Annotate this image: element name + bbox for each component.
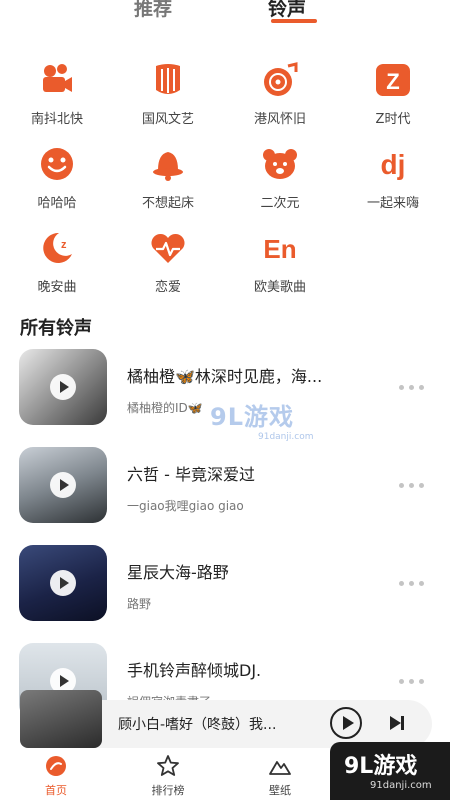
song-title: 手机铃声醉倾城DJ. bbox=[127, 661, 262, 680]
moon-icon: z bbox=[43, 232, 72, 263]
play-icon bbox=[50, 570, 76, 596]
section-title: 所有铃声 bbox=[20, 318, 92, 339]
category-no-wake[interactable]: 不想起床 bbox=[118, 144, 218, 211]
song-cover[interactable] bbox=[19, 349, 107, 425]
bear-icon bbox=[263, 149, 297, 179]
category-label: 欧美歌曲 bbox=[253, 280, 306, 295]
harp-icon bbox=[156, 64, 180, 94]
category-gen-z[interactable]: Z Z时代 bbox=[343, 60, 443, 127]
category-western[interactable]: En 欧美歌曲 bbox=[230, 228, 330, 295]
bell-icon bbox=[153, 152, 183, 181]
more-options-icon[interactable] bbox=[397, 677, 427, 687]
song-artist: 一giao我哩giao giao bbox=[127, 499, 244, 513]
camera-icon bbox=[43, 64, 72, 92]
nav-label: 壁纸 bbox=[269, 784, 291, 797]
category-guofeng[interactable]: 国风文艺 bbox=[118, 60, 218, 127]
tab-recommend[interactable]: 推荐 bbox=[134, 0, 172, 21]
play-button[interactable] bbox=[330, 707, 362, 739]
nav-label: 首页 bbox=[45, 784, 67, 797]
top-tab-bar: 推荐 铃声 bbox=[0, 0, 450, 34]
category-label: 晚安曲 bbox=[37, 280, 77, 295]
home-disc-icon bbox=[46, 756, 66, 776]
category-anime[interactable]: 二次元 bbox=[230, 144, 330, 211]
more-options-icon[interactable] bbox=[397, 383, 427, 393]
now-playing-title[interactable]: 顾小白-嗜好（咚鼓）我... bbox=[118, 714, 318, 734]
heartbeat-icon bbox=[151, 233, 185, 263]
song-row[interactable]: 六哲 - 毕竟深爱过 一giao我哩giao giao bbox=[0, 447, 450, 527]
vinyl-icon bbox=[264, 62, 298, 96]
category-douyin-kuaishou[interactable]: 南抖北快 bbox=[7, 60, 107, 127]
category-label: 一起来嗨 bbox=[366, 196, 419, 211]
play-icon bbox=[50, 472, 76, 498]
en-icon: En bbox=[263, 234, 296, 264]
category-label: 二次元 bbox=[260, 196, 300, 211]
category-label: 南抖北快 bbox=[30, 112, 83, 127]
nav-home[interactable]: 首页 bbox=[21, 754, 91, 798]
active-tab-indicator bbox=[271, 19, 317, 23]
svg-text:Z: Z bbox=[386, 69, 399, 94]
category-hk-retro[interactable]: 港风怀旧 bbox=[230, 60, 330, 127]
svg-text:dj: dj bbox=[381, 149, 406, 180]
watermark-domain: 91danji.com bbox=[258, 432, 314, 442]
svg-text:z: z bbox=[61, 239, 67, 251]
category-label: 国风文艺 bbox=[141, 112, 194, 127]
nav-label: 排行榜 bbox=[151, 784, 185, 797]
tab-ringtones[interactable]: 铃声 bbox=[268, 0, 306, 21]
song-cover[interactable] bbox=[19, 447, 107, 523]
smile-icon bbox=[41, 148, 73, 180]
play-icon bbox=[50, 374, 76, 400]
category-haha[interactable]: 哈哈哈 bbox=[7, 144, 107, 211]
nav-ranking[interactable]: 排行榜 bbox=[133, 754, 203, 798]
star-icon bbox=[157, 755, 179, 776]
song-row[interactable]: 星辰大海-路野 路野 bbox=[0, 545, 450, 625]
category-party[interactable]: dj 一起来嗨 bbox=[343, 144, 443, 211]
watermark-corner: 9L游戏 91danji.com bbox=[330, 742, 450, 800]
watermark-domain: 91danji.com bbox=[370, 780, 432, 791]
watermark-logo: 9L游戏 bbox=[344, 754, 418, 779]
category-label: 不想起床 bbox=[141, 196, 194, 211]
more-options-icon[interactable] bbox=[397, 481, 427, 491]
svg-text:En: En bbox=[263, 234, 296, 264]
song-title: 星辰大海-路野 bbox=[127, 563, 229, 582]
song-artist: 路野 bbox=[127, 597, 152, 611]
song-cover[interactable] bbox=[19, 545, 107, 621]
next-track-icon[interactable] bbox=[388, 714, 406, 732]
song-title: 六哲 - 毕竟深爱过 bbox=[127, 465, 255, 484]
category-goodnight[interactable]: z 晚安曲 bbox=[7, 228, 107, 295]
z-letter-icon: Z bbox=[376, 64, 410, 96]
song-title: 橘柚橙🦋林深时见鹿，海... bbox=[127, 367, 323, 386]
category-label: 哈哈哈 bbox=[37, 196, 77, 211]
now-playing-cover[interactable] bbox=[20, 690, 102, 748]
watermark-overlay: 9L游戏 91danji.com bbox=[210, 397, 313, 442]
category-love[interactable]: 恋爱 bbox=[118, 228, 218, 295]
more-options-icon[interactable] bbox=[397, 579, 427, 589]
nav-wallpaper[interactable]: 壁纸 bbox=[245, 754, 315, 798]
dj-icon: dj bbox=[381, 149, 406, 180]
category-label: Z时代 bbox=[375, 112, 411, 127]
category-label: 港风怀旧 bbox=[253, 112, 306, 127]
watermark-logo: 9L游戏 bbox=[210, 403, 294, 431]
mountain-icon bbox=[269, 761, 291, 775]
category-label: 恋爱 bbox=[154, 280, 181, 295]
